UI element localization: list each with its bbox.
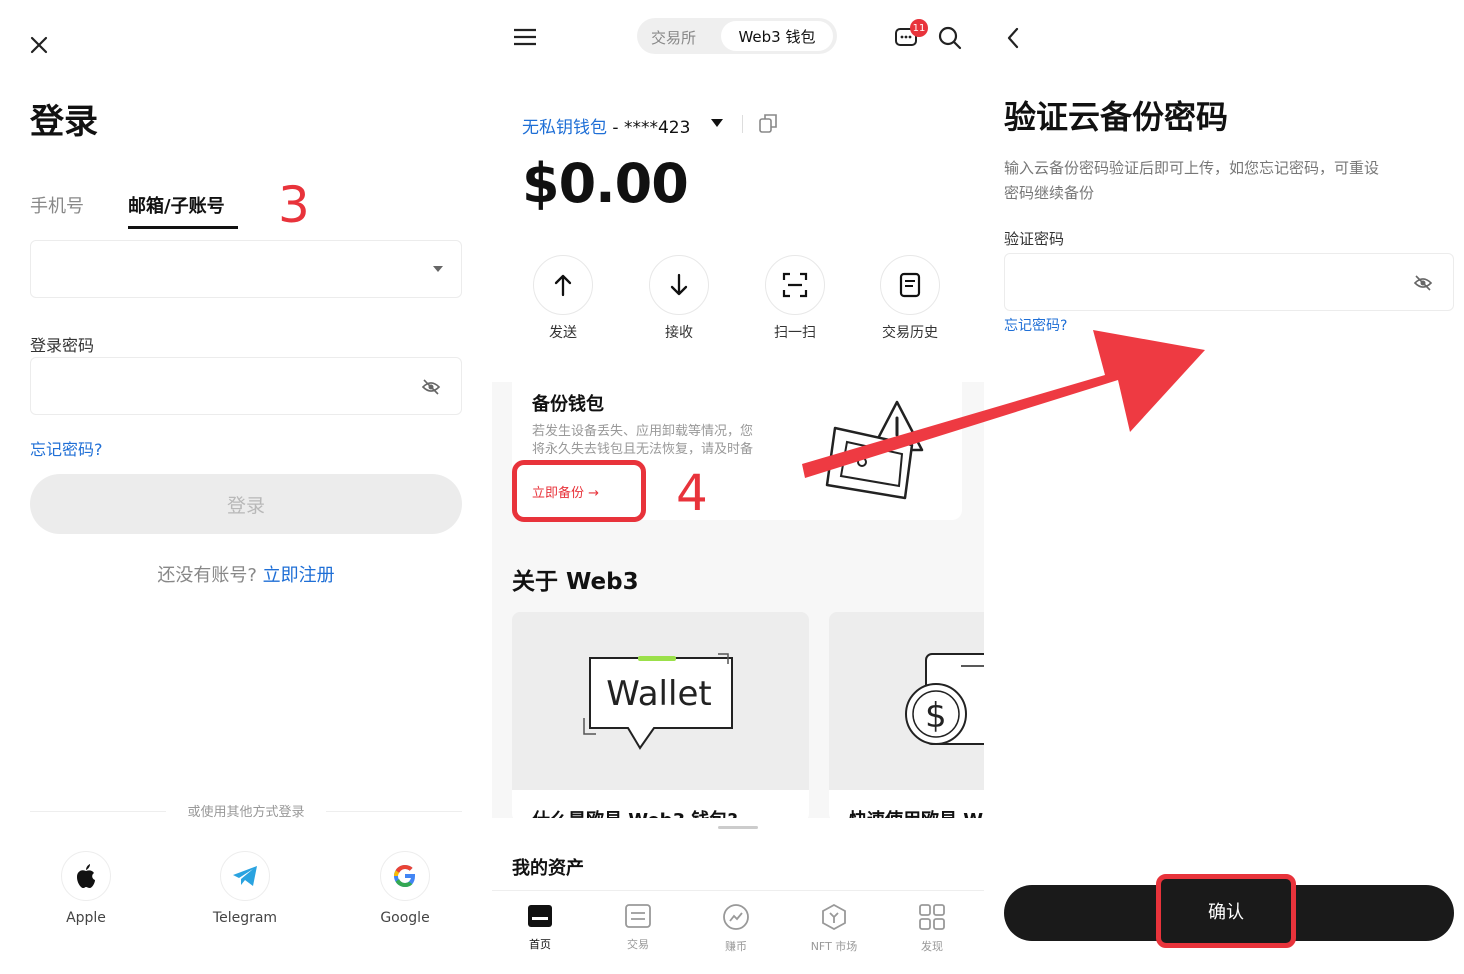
scan-icon [782,272,808,298]
verify-forgot-password-link[interactable]: 忘记密码? [1004,315,1067,335]
register-row: 还没有账号? 立即注册 [0,561,492,587]
step-marker-4: 4 [676,464,708,522]
history-icon [899,272,921,298]
segment-web3-wallet[interactable]: Web3 钱包 [721,21,833,51]
login-panel: 登录 手机号 邮箱/子账号 3 登录密码 忘记密码? 登录 还没有账号? 立即注… [0,0,492,974]
exchange-segmented-control: 交易所 Web3 钱包 [637,18,837,54]
telegram-label: Telegram [212,910,278,926]
eye-hidden-icon[interactable] [1413,274,1433,292]
verify-description-line1: 输入云备份密码验证后即可上传，如您忘记密码，可重设 [1004,159,1380,177]
receive-label: 接收 [665,325,693,341]
account-input[interactable] [30,240,462,298]
my-assets-title: 我的资产 [512,858,584,879]
google-label: Google [380,910,430,926]
copy-icon[interactable] [759,113,777,133]
quick-start-card[interactable]: $ 快速使用欧易 W [829,612,984,822]
separator [742,115,743,133]
backup-now-label: 立即备份 [532,486,585,501]
dropdown-icon[interactable] [433,266,443,274]
wallet-balance: $0.00 [522,152,689,215]
wallet-panel: 交易所 Web3 钱包 11 无私钥钱包 - ****423 $0.00 发送 … [492,0,984,974]
step-marker-3: 3 [278,176,310,234]
verify-password-input[interactable] [1004,253,1454,311]
nav-home-label: 首页 [529,938,551,951]
send-arrow-up-icon [554,274,572,297]
sheet-handle[interactable] [718,826,758,829]
telegram-icon [233,866,257,886]
backup-description-line2: 将永久失去钱包且无法恢复，请及时备 [532,442,754,457]
bottom-sheet: 我的资产 首页 交易 赚币 NFT 市场 发现 [492,818,984,974]
wallet-separator: - [607,118,624,138]
page-title: 登录 [30,102,98,142]
nav-earn[interactable]: 赚币 [696,904,776,954]
no-account-text: 还没有账号? [157,565,257,586]
nav-nft-label: NFT 市场 [810,940,858,953]
search-icon[interactable] [938,26,962,50]
google-icon [394,865,415,887]
verify-panel: 验证云备份密码 输入云备份密码验证后即可上传，如您忘记密码，可重设 密码继续备份… [984,0,1464,974]
nav-earn-label: 赚币 [725,940,747,953]
tab-email[interactable]: 邮箱/子账号 [128,192,225,218]
telegram-login-button[interactable] [220,851,270,901]
history-label: 交易历史 [882,325,938,341]
backup-now-button[interactable]: 立即备份 → [532,482,599,501]
divider [492,890,984,891]
eye-hidden-icon[interactable] [421,378,441,396]
send-label: 发送 [549,325,577,341]
home-icon [528,905,552,927]
close-icon[interactable] [30,36,48,54]
nft-icon [822,903,846,931]
nav-trade[interactable]: 交易 [598,904,678,952]
verify-description-line2: 密码继续备份 [1004,184,1095,202]
segment-exchange[interactable]: 交易所 [651,27,696,48]
receive-button[interactable] [649,255,709,315]
what-is-wallet-card[interactable]: Wallet 什么是欧易 Web3 钱包? [512,612,809,822]
backup-title: 备份钱包 [532,394,604,415]
wallet-illustration-text: Wallet [606,674,712,714]
wallet-dropdown-icon[interactable] [711,119,723,128]
password-label: 登录密码 [30,336,95,355]
tab-phone[interactable]: 手机号 [30,192,84,218]
other-login-text: 或使用其他方式登录 [166,801,326,820]
menu-icon[interactable] [514,28,536,46]
nav-discover-label: 发现 [921,940,943,953]
dollar-icon: $ [925,696,947,736]
arrow-right-icon: → [588,486,600,501]
password-input[interactable] [30,357,462,415]
verify-title: 验证云备份密码 [1004,98,1229,136]
earn-icon [723,904,749,930]
discover-icon [919,904,945,930]
history-button[interactable] [880,255,940,315]
register-link[interactable]: 立即注册 [263,565,335,586]
send-button[interactable] [533,255,593,315]
verify-password-label: 验证密码 [1004,230,1065,248]
login-button[interactable]: 登录 [30,474,462,534]
trade-icon [625,904,651,928]
apple-login-button[interactable] [61,851,111,901]
nav-home[interactable]: 首页 [500,904,580,952]
wallet-id: ****423 [623,118,691,138]
wallet-selector[interactable]: 无私钥钱包 - ****423 [522,113,690,138]
backup-description-line1: 若发生设备丢失、应用卸载等情况，您 [532,424,754,439]
wallet-name: 无私钥钱包 [522,118,607,138]
notification-badge: 11 [910,19,928,37]
google-login-button[interactable] [380,851,430,901]
about-web3-title: 关于 Web3 [512,569,639,595]
confirm-button-highlight[interactable]: 确认 [1156,874,1296,948]
nav-nft[interactable]: NFT 市场 [794,903,874,954]
nav-discover[interactable]: 发现 [892,904,972,954]
wallet-warning-illustration [825,400,924,500]
scan-button[interactable] [765,255,825,315]
apple-label: Apple [66,910,106,926]
apple-icon [77,864,95,888]
nav-trade-label: 交易 [627,938,649,951]
scan-label: 扫一扫 [774,325,816,341]
back-chevron-icon[interactable] [1006,27,1020,49]
receive-arrow-down-icon [670,273,688,296]
tab-underline [128,226,238,229]
forgot-password-link[interactable]: 忘记密码? [30,436,103,460]
